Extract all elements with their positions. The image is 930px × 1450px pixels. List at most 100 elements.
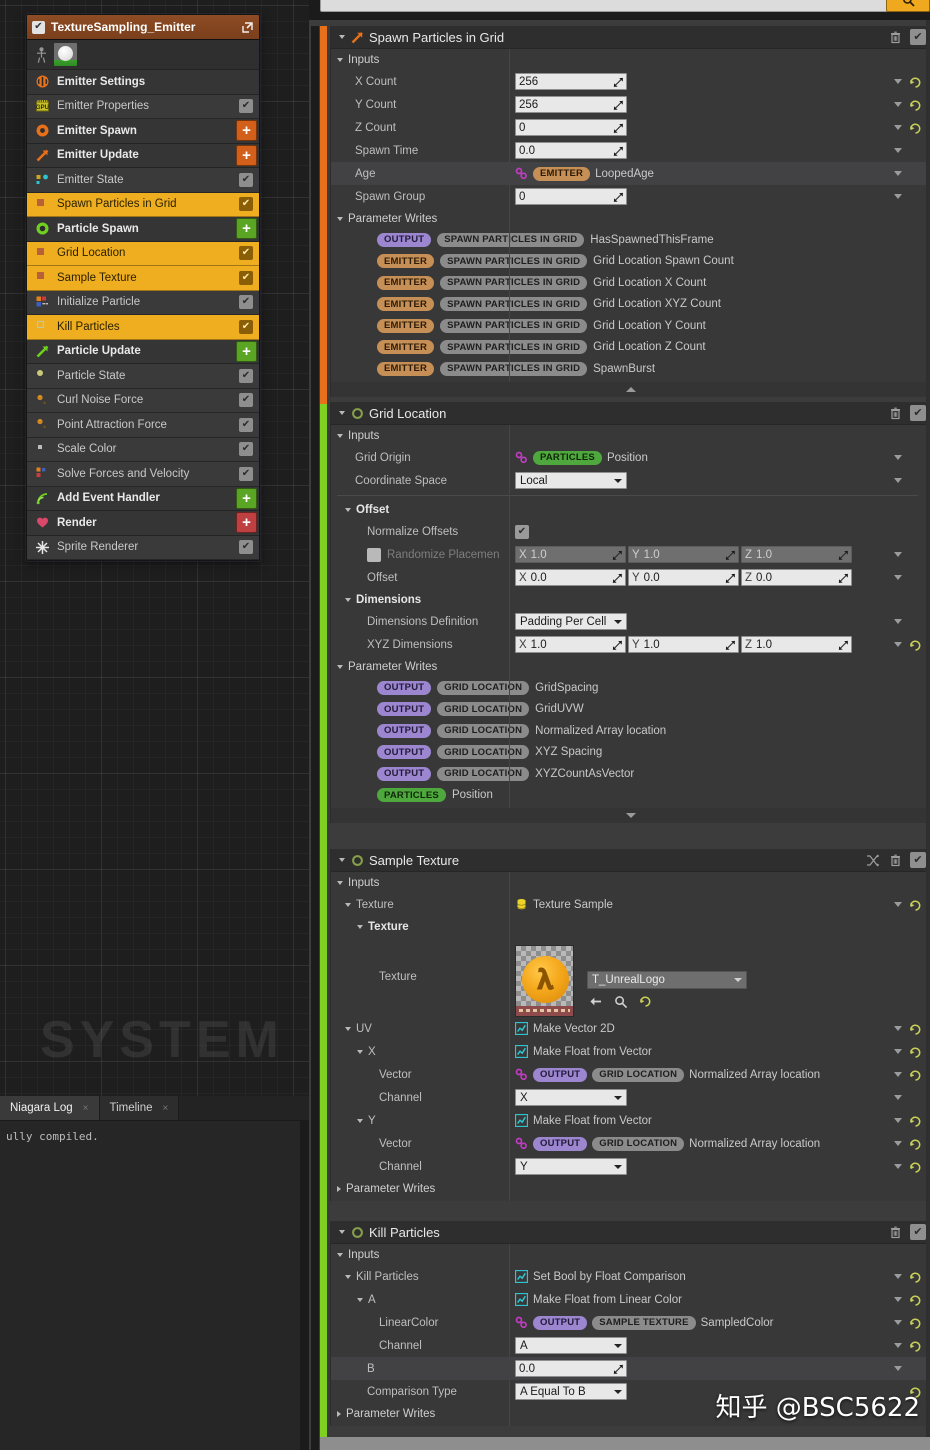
property-row-age[interactable]: Age EMITTER LoopedAge: [331, 162, 930, 185]
stack-row-sprite-renderer[interactable]: Sprite Renderer ✔: [27, 535, 259, 560]
numeric-input[interactable]: Z 1.0: [741, 636, 852, 653]
stack-row-enabled-checkbox[interactable]: ✔: [239, 99, 253, 114]
chevron-right-icon[interactable]: [337, 1185, 341, 1192]
trash-icon[interactable]: [887, 852, 904, 869]
stack-row-emitter-properties[interactable]: GPU Emitter Properties ✔: [27, 94, 259, 119]
property-row-vector[interactable]: Vector OUTPUT GRID LOCATION Normalized Arra…: [331, 1063, 930, 1086]
browse-to-asset-icon[interactable]: [614, 995, 628, 1009]
parameter-write-row[interactable]: OUTPUT GRID LOCATION Normalized Array loca…: [331, 720, 930, 742]
trash-icon[interactable]: [887, 1224, 904, 1241]
parameter-write-row[interactable]: EMITTER SPAWN PARTICLES IN GRID Grid Locat…: [331, 294, 930, 316]
module-panel-grid-location[interactable]: Grid Location ✔ Inputs Grid Origin PARTICLES…: [330, 402, 930, 823]
section-inputs[interactable]: Inputs: [331, 1244, 930, 1265]
stack-row-grid-location[interactable]: Grid Location ✔: [27, 241, 259, 266]
reset-to-default-icon[interactable]: [909, 1294, 921, 1306]
stack-row-enabled-checkbox[interactable]: ✔: [239, 417, 253, 432]
numeric-input[interactable]: Z 1.0: [741, 546, 852, 563]
stack-row-scale-color[interactable]: Scale Color ✔: [27, 437, 259, 462]
chevron-down-icon[interactable]: [337, 664, 343, 669]
close-icon[interactable]: ×: [163, 1103, 169, 1114]
drag-handle-icon[interactable]: [613, 146, 623, 156]
property-row-normalize-offsets[interactable]: Normalize Offsets ✔: [331, 520, 930, 543]
property-row-randomize-placemen[interactable]: Randomize Placemen X 1.0 Y 1.0 Z 1.0: [331, 543, 930, 566]
reset-to-default-icon[interactable]: [909, 1069, 921, 1081]
property-row-kill-particles[interactable]: Kill Particles Set Bool by Float Comparis…: [331, 1265, 930, 1288]
panel-header-grid-location[interactable]: Grid Location ✔: [331, 402, 930, 425]
panel-enabled-checkbox[interactable]: ✔: [910, 852, 926, 868]
property-row-texture-asset[interactable]: Texture 𝛌 T_UnrealLogo: [331, 937, 930, 1017]
row-options-dropdown-icon[interactable]: [894, 1095, 902, 1100]
chevron-down-icon[interactable]: [357, 1297, 363, 1302]
reset-to-default-icon[interactable]: [909, 76, 921, 88]
panel-header-sample-texture[interactable]: Sample Texture ✔: [331, 849, 930, 872]
drag-handle-icon[interactable]: [613, 100, 623, 110]
panel-enabled-checkbox[interactable]: ✔: [910, 405, 926, 421]
asset-search-input[interactable]: ↲: [320, 0, 930, 12]
row-options-dropdown-icon[interactable]: [894, 575, 902, 580]
drag-handle-icon[interactable]: [613, 123, 623, 133]
numeric-input[interactable]: Y 0.0: [628, 569, 739, 586]
selection-details-panel[interactable]: Spawn Particles in Grid ✔ Inputs X Count 256…: [309, 20, 930, 1450]
details-horizontal-scroll-track[interactable]: [320, 1437, 930, 1450]
stack-row-point-attraction-force[interactable]: Point Attraction Force ✔: [27, 413, 259, 438]
section-dimensions[interactable]: Dimensions: [331, 589, 930, 610]
property-row-channel[interactable]: Channel X: [331, 1086, 930, 1109]
parameter-write-row[interactable]: OUTPUT GRID LOCATION XYZCountAsVector: [331, 763, 930, 785]
drag-handle-icon[interactable]: [613, 77, 623, 87]
panel-header-spawn-particles-in-grid[interactable]: Spawn Particles in Grid ✔: [331, 26, 930, 49]
randomize-placement-checkbox[interactable]: [367, 547, 381, 562]
parameter-write-row[interactable]: EMITTER SPAWN PARTICLES IN GRID SpawnBurst: [331, 358, 930, 380]
panel-enabled-checkbox[interactable]: ✔: [910, 1224, 926, 1240]
numeric-input[interactable]: 0.0: [515, 1360, 627, 1377]
asset-picker-dropdown[interactable]: T_UnrealLogo: [587, 971, 747, 989]
row-options-dropdown-icon[interactable]: [894, 194, 902, 199]
reset-to-default-icon[interactable]: [909, 1317, 921, 1329]
property-row-xyz-dimensions[interactable]: XYZ Dimensions X 1.0 Y 1.0 Z 1.0: [331, 633, 930, 656]
drag-handle-icon[interactable]: [725, 640, 735, 650]
drag-handle-icon[interactable]: [612, 573, 622, 583]
module-panel-spawn-particles-in-grid[interactable]: Spawn Particles in Grid ✔ Inputs X Count 256…: [330, 26, 930, 397]
add-module-button[interactable]: +: [236, 218, 257, 240]
numeric-input[interactable]: 0: [515, 188, 627, 205]
section-texture[interactable]: Texture: [331, 916, 930, 937]
row-options-dropdown-icon[interactable]: [894, 1141, 902, 1146]
reset-to-default-icon[interactable]: [909, 1340, 921, 1352]
property-row-spawn-time[interactable]: Spawn Time 0.0: [331, 139, 930, 162]
stack-row-particle-spawn[interactable]: Particle Spawn +: [27, 217, 259, 242]
section-inputs[interactable]: Inputs: [331, 49, 930, 70]
row-options-dropdown-icon[interactable]: [894, 1366, 902, 1371]
property-row-grid-origin[interactable]: Grid Origin PARTICLES Position: [331, 446, 930, 469]
chevron-down-icon[interactable]: [345, 1274, 351, 1279]
chevron-down-icon[interactable]: [337, 216, 343, 221]
section-parameter-writes[interactable]: Parameter Writes: [331, 208, 930, 229]
dropdown-select[interactable]: X: [515, 1089, 627, 1106]
row-options-dropdown-icon[interactable]: [894, 1297, 902, 1302]
drag-handle-icon[interactable]: [612, 550, 622, 560]
shuffle-icon[interactable]: [864, 852, 881, 869]
stack-row-enabled-checkbox[interactable]: ✔: [239, 540, 253, 555]
parameter-write-row[interactable]: OUTPUT SPAWN PARTICLES IN GRID HasSpawnedT…: [331, 229, 930, 251]
property-row-x-count[interactable]: X Count 256: [331, 70, 930, 93]
chevron-down-icon[interactable]: [345, 597, 351, 602]
details-vertical-scrollbar[interactable]: [926, 20, 930, 1450]
property-row-dimensions-definition[interactable]: Dimensions Definition Padding Per Cell: [331, 610, 930, 633]
property-row-uv[interactable]: UV Make Vector 2D: [331, 1017, 930, 1040]
chevron-down-icon[interactable]: [345, 902, 351, 907]
parameter-write-row[interactable]: EMITTER SPAWN PARTICLES IN GRID Grid Locat…: [331, 315, 930, 337]
section-inputs[interactable]: Inputs: [331, 425, 930, 446]
property-row-texture[interactable]: Texture Texture Sample: [331, 893, 930, 916]
stack-row-enabled-checkbox[interactable]: ✔: [239, 246, 253, 261]
trash-icon[interactable]: [887, 29, 904, 46]
drag-handle-icon[interactable]: [838, 550, 848, 560]
row-options-dropdown-icon[interactable]: [894, 1320, 902, 1325]
panel-enabled-checkbox[interactable]: ✔: [910, 29, 926, 45]
parameter-write-row[interactable]: OUTPUT GRID LOCATION XYZ Spacing: [331, 742, 930, 764]
panel-collapse-footer[interactable]: [331, 381, 930, 397]
chevron-down-icon[interactable]: [339, 1230, 345, 1234]
dropdown-select[interactable]: A Equal To B: [515, 1383, 627, 1400]
reset-to-default-icon[interactable]: [909, 1023, 921, 1035]
property-row-coordinate-space[interactable]: Coordinate Space Local: [331, 469, 930, 492]
emitter-node-titlebar[interactable]: ✔ TextureSampling_Emitter: [27, 15, 259, 40]
row-options-dropdown-icon[interactable]: [894, 1343, 902, 1348]
row-options-dropdown-icon[interactable]: [894, 902, 902, 907]
